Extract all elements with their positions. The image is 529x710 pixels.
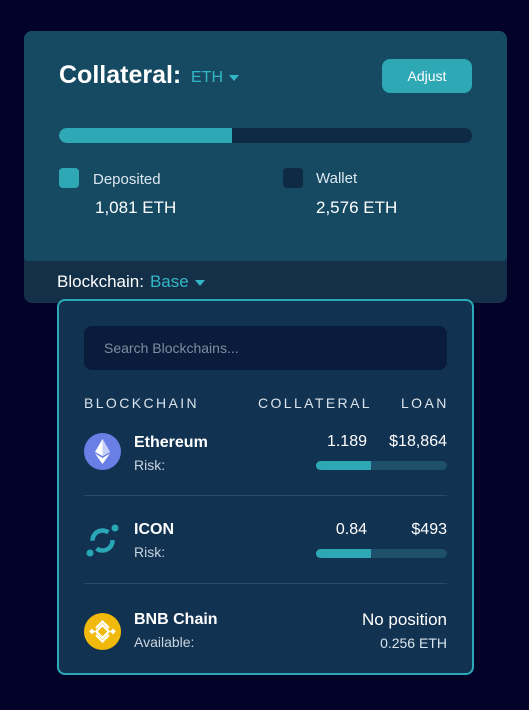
blockchain-selected-value: Base (149, 272, 189, 291)
bnb-chain-icon (84, 613, 121, 650)
risk-bar (316, 549, 447, 558)
chevron-down-icon (229, 74, 239, 81)
blockchain-dropdown-panel: BLOCKCHAIN COLLATERAL LOAN Ethereum Risk… (57, 299, 474, 675)
blockchain-selector-label: Blockchain: (57, 272, 144, 291)
row-divider (84, 583, 447, 584)
asset-selector[interactable]: ETH (191, 69, 239, 87)
column-header-loan: LOAN (401, 395, 449, 411)
column-header-blockchain: BLOCKCHAIN (84, 395, 200, 411)
blockchain-row-bnb-chain[interactable]: BNB Chain Available: No position 0.256 E… (84, 598, 447, 686)
wallet-label: Wallet (316, 170, 358, 187)
collateral-card: Collateral: ETH Adjust Deposited 1,081 E… (24, 31, 507, 303)
collateral-progress-fill (59, 128, 233, 143)
icon-network-icon (86, 524, 119, 557)
row-name: ICON (134, 521, 174, 538)
row-collateral-value: 0.84 (335, 521, 367, 538)
deposited-value: 1,081 ETH (95, 198, 177, 217)
chevron-down-icon (194, 279, 205, 286)
row-name: Ethereum (134, 434, 208, 451)
collateral-title: Collateral: (59, 61, 182, 89)
deposited-label: Deposited (93, 171, 161, 188)
asset-label: ETH (191, 69, 223, 86)
row-sub-label: Risk: (134, 544, 166, 560)
row-available-value: 0.256 ETH (380, 635, 447, 651)
risk-bar-fill (316, 549, 372, 558)
adjust-button[interactable]: Adjust (382, 59, 472, 93)
wallet-value: 2,576 ETH (316, 198, 398, 217)
search-blockchains-input[interactable] (84, 326, 447, 370)
deposited-legend-swatch (59, 168, 79, 188)
ethereum-icon (84, 433, 121, 470)
row-name: BNB Chain (134, 611, 218, 628)
column-header-collateral: COLLATERAL (258, 395, 372, 411)
row-divider (84, 495, 447, 496)
row-loan-value: $493 (411, 521, 447, 538)
row-collateral-value: 1.189 (326, 433, 367, 450)
collateral-progress-bar (59, 128, 472, 143)
row-loan-value: $18,864 (389, 433, 447, 450)
collateral-summary: Collateral: ETH Adjust Deposited 1,081 E… (24, 31, 507, 261)
row-sub-label: Available: (134, 634, 195, 650)
wallet-legend-swatch (283, 168, 303, 188)
blockchain-selector[interactable]: Blockchain: Base (57, 272, 205, 292)
risk-bar (316, 461, 447, 470)
row-sub-label: Risk: (134, 457, 166, 473)
row-status: No position (361, 610, 447, 629)
risk-bar-fill (316, 461, 372, 470)
